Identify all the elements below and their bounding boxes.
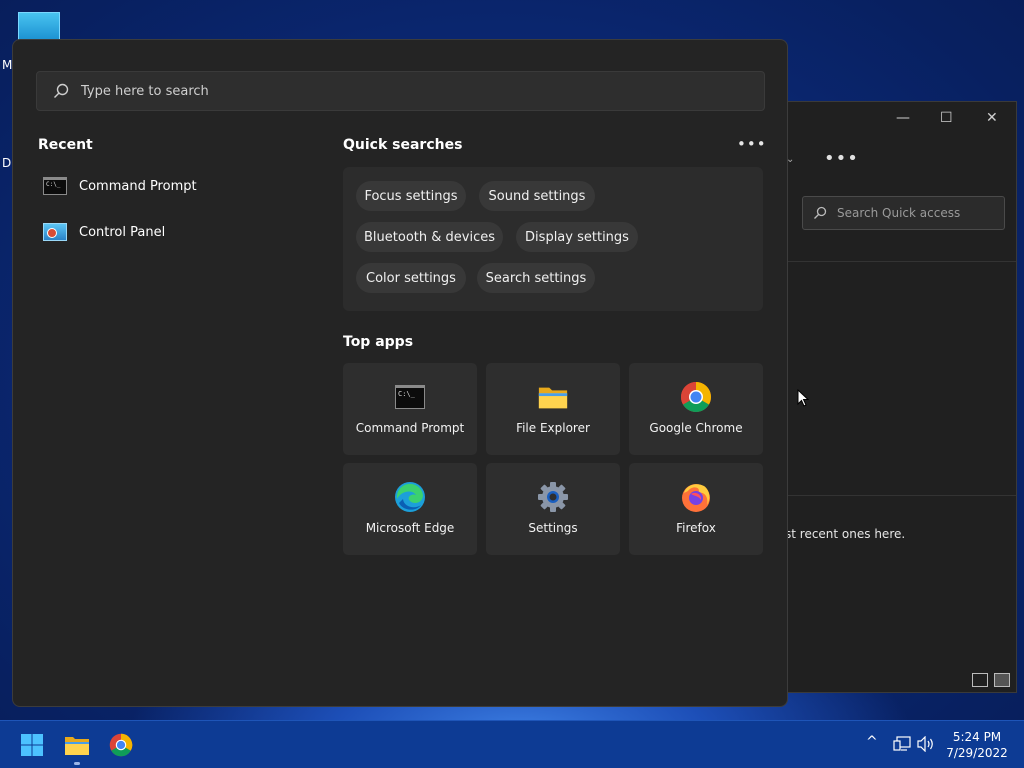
divider — [788, 261, 1016, 262]
gear-icon — [538, 482, 568, 512]
minimize-button[interactable]: — — [896, 110, 910, 126]
running-indicator — [74, 762, 80, 765]
app-tile-label: Google Chrome — [649, 421, 743, 435]
recent-title: Recent — [38, 137, 93, 153]
folder-icon — [538, 387, 568, 409]
app-tile-microsoft-edge[interactable]: Microsoft Edge — [343, 463, 477, 555]
more-options-button[interactable]: ••• — [824, 148, 859, 169]
app-tile-label: File Explorer — [516, 421, 590, 435]
recent-item-label: Command Prompt — [79, 178, 197, 194]
app-tile-label: Command Prompt — [355, 421, 465, 435]
search-placeholder: Type here to search — [81, 83, 209, 99]
quick-search-chip[interactable]: Display settings — [516, 222, 638, 252]
quick-searches-title: Quick searches — [343, 137, 463, 153]
desktop-shortcut-icon[interactable] — [18, 12, 60, 42]
quick-search-chip[interactable]: Bluetooth & devices — [356, 222, 503, 252]
search-icon — [814, 206, 827, 219]
desktop-label-m: M — [2, 58, 13, 72]
taskbar-clock[interactable]: 5:24 PM 7/29/2022 — [940, 729, 1014, 761]
tiles-view-icon[interactable] — [994, 673, 1010, 687]
app-tile-label: Microsoft Edge — [365, 521, 455, 535]
folder-icon — [65, 737, 89, 755]
taskbar-google-chrome[interactable] — [105, 729, 137, 761]
quick-search-chip[interactable]: Color settings — [356, 263, 466, 293]
chrome-icon — [680, 382, 712, 413]
search-panel: Type here to search Recent C:\_ Command … — [12, 39, 788, 707]
taskbar-file-explorer[interactable] — [61, 729, 93, 761]
app-tile-file-explorer[interactable]: File Explorer — [486, 363, 620, 455]
clock-time: 5:24 PM — [952, 730, 1002, 744]
file-explorer-window: — ☐ ✕ ⌄ ••• Search Quick access st recen… — [785, 101, 1017, 693]
chrome-icon — [109, 733, 133, 757]
edge-icon — [395, 482, 425, 512]
taskbar: ^ 5:24 PM 7/29/2022 — [0, 720, 1024, 768]
command-prompt-icon: C:\_ — [395, 385, 425, 409]
control-panel-icon — [43, 223, 67, 241]
clock-date: 7/29/2022 — [946, 746, 1008, 760]
top-apps-title: Top apps — [343, 334, 414, 350]
search-input[interactable]: Type here to search — [36, 71, 765, 111]
app-tile-label: Firefox — [676, 521, 716, 535]
close-button[interactable]: ✕ — [986, 110, 998, 126]
search-placeholder: Search Quick access — [837, 206, 961, 220]
quick-searches-box: Focus settings Sound settings Bluetooth … — [343, 167, 763, 311]
recent-item-label: Control Panel — [79, 224, 166, 240]
app-tile-settings[interactable]: Settings — [486, 463, 620, 555]
volume-icon[interactable] — [917, 736, 935, 752]
quick-search-chip[interactable]: Focus settings — [356, 181, 466, 211]
maximize-button[interactable]: ☐ — [940, 110, 953, 126]
details-view-icon[interactable] — [972, 673, 988, 687]
start-button[interactable] — [16, 729, 48, 761]
quick-access-search-input[interactable]: Search Quick access — [802, 196, 1005, 230]
quick-search-chip[interactable]: Search settings — [477, 263, 595, 293]
firefox-icon — [682, 484, 710, 512]
empty-state-message: st recent ones here. — [785, 527, 906, 541]
app-tile-label: Settings — [528, 521, 578, 535]
app-tile-command-prompt[interactable]: C:\_ Command Prompt — [343, 363, 477, 455]
recent-item-control-panel[interactable]: Control Panel — [43, 215, 303, 249]
mouse-cursor-icon — [797, 389, 809, 407]
desktop-label-d: D — [2, 156, 12, 170]
network-icon[interactable] — [893, 736, 911, 752]
divider — [788, 495, 1016, 496]
search-icon — [54, 83, 69, 98]
app-tile-firefox[interactable]: Firefox — [629, 463, 763, 555]
recent-item-command-prompt[interactable]: C:\_ Command Prompt — [43, 169, 303, 203]
windows-logo-icon — [21, 734, 43, 756]
quick-search-chip[interactable]: Sound settings — [479, 181, 595, 211]
app-tile-google-chrome[interactable]: Google Chrome — [629, 363, 763, 455]
show-hidden-icons-button[interactable]: ^ — [866, 734, 878, 750]
quick-searches-more-button[interactable]: ••• — [737, 135, 767, 153]
command-prompt-icon: C:\_ — [43, 177, 67, 195]
